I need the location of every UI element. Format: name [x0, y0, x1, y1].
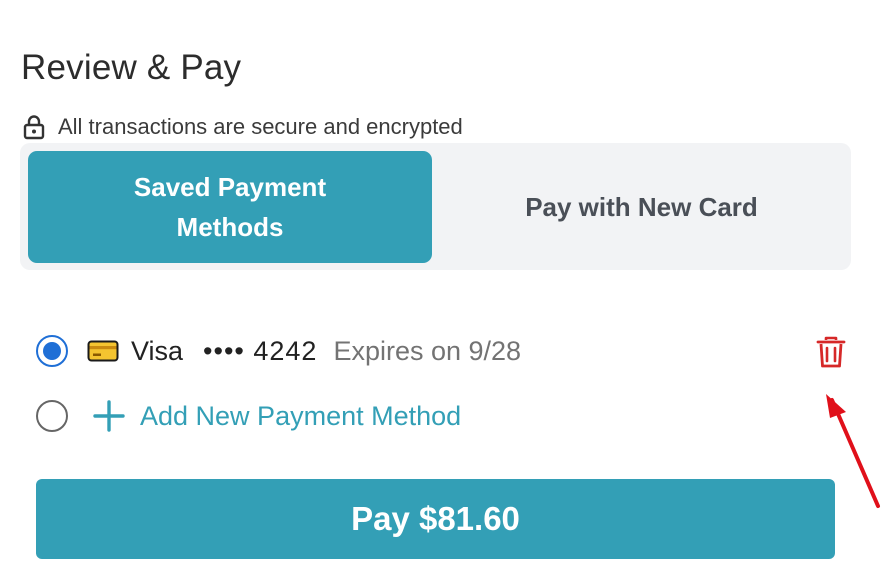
pay-button[interactable]: Pay $81.60 [36, 479, 835, 559]
payment-tabs: Saved Payment Methods Pay with New Card [20, 143, 851, 270]
lock-icon [22, 113, 46, 141]
saved-method-radio[interactable] [36, 335, 68, 367]
card-masked-number: •••• 4242 [203, 335, 318, 366]
tab-saved-label: Saved Payment Methods [133, 172, 327, 242]
plus-icon[interactable] [92, 399, 126, 433]
add-method-row[interactable]: Add New Payment Method [36, 399, 461, 433]
saved-method-row[interactable]: Visa •••• 4242 Expires on 9/28 [36, 335, 521, 367]
card-brand: Visa [131, 335, 184, 366]
add-method-radio[interactable] [36, 400, 68, 432]
secure-note: All transactions are secure and encrypte… [22, 113, 463, 141]
tab-new-card-label: Pay with New Card [525, 192, 758, 222]
page-title: Review & Pay [21, 48, 242, 87]
add-payment-method-link[interactable]: Add New Payment Method [140, 401, 461, 432]
credit-card-icon [87, 340, 119, 362]
tab-saved-payment-methods[interactable]: Saved Payment Methods [28, 151, 432, 263]
review-pay-page: Review & Pay All transactions are secure… [0, 0, 892, 587]
tab-pay-with-new-card[interactable]: Pay with New Card [432, 151, 851, 263]
secure-note-text: All transactions are secure and encrypte… [58, 114, 463, 139]
delete-card-trash-icon[interactable] [815, 335, 847, 369]
card-expiry: Expires on 9/28 [333, 335, 522, 366]
